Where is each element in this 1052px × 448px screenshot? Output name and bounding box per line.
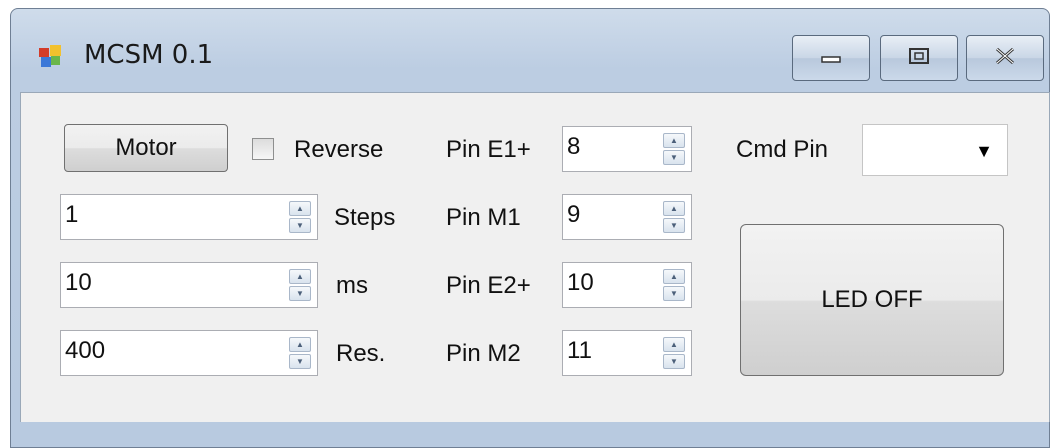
- resolution-input[interactable]: 400 ▲ ▼: [60, 330, 318, 376]
- minimize-button[interactable]: [792, 35, 870, 81]
- pin-m1-down-arrow-icon[interactable]: ▼: [663, 218, 685, 233]
- reverse-label: Reverse: [294, 136, 384, 163]
- resolution-label: Res.: [336, 340, 386, 367]
- motor-button[interactable]: Motor: [64, 124, 228, 172]
- pin-e1-up-arrow-icon[interactable]: ▲: [663, 133, 685, 148]
- resolution-down-arrow-icon[interactable]: ▼: [289, 354, 311, 369]
- pin-e2-label: Pin E2+: [446, 272, 531, 299]
- steps-label: Steps: [334, 204, 396, 231]
- resolution-up-arrow-icon[interactable]: ▲: [289, 337, 311, 352]
- steps-input[interactable]: 1 ▲ ▼: [60, 194, 318, 240]
- pin-e1-label: Pin E1+: [446, 136, 531, 163]
- close-button[interactable]: [966, 35, 1044, 81]
- maximize-icon: [908, 47, 930, 70]
- resolution-value: 400: [65, 337, 106, 364]
- pin-m1-up-arrow-icon[interactable]: ▲: [663, 201, 685, 216]
- delay-up-arrow-icon[interactable]: ▲: [289, 269, 311, 284]
- steps-down-arrow-icon[interactable]: ▼: [289, 218, 311, 233]
- delay-ms-label: ms: [336, 272, 368, 299]
- dropdown-arrow-icon: ▼: [975, 141, 993, 161]
- delay-down-arrow-icon[interactable]: ▼: [289, 286, 311, 301]
- pin-m2-up-arrow-icon[interactable]: ▲: [663, 337, 685, 352]
- delay-ms-value: 10: [65, 269, 92, 296]
- pin-e1-down-arrow-icon[interactable]: ▼: [663, 150, 685, 165]
- pin-e2-up-arrow-icon[interactable]: ▲: [663, 269, 685, 284]
- close-icon: [993, 46, 1017, 71]
- pin-e2-down-arrow-icon[interactable]: ▼: [663, 286, 685, 301]
- pin-m1-input[interactable]: 9 ▲ ▼: [562, 194, 692, 240]
- pin-e2-value: 10: [567, 269, 594, 296]
- delay-ms-input[interactable]: 10 ▲ ▼: [60, 262, 318, 308]
- pin-m2-input[interactable]: 11 ▲ ▼: [562, 330, 692, 376]
- pin-e2-input[interactable]: 10 ▲ ▼: [562, 262, 692, 308]
- pin-e1-value: 8: [567, 133, 581, 160]
- cmd-pin-label: Cmd Pin: [736, 136, 829, 163]
- pin-m1-label: Pin M1: [446, 204, 521, 231]
- pin-m2-label: Pin M2: [446, 340, 521, 367]
- window-title: MCSM 0.1: [84, 40, 214, 70]
- led-toggle-button[interactable]: LED OFF: [740, 224, 1004, 376]
- pin-m2-value: 11: [567, 337, 592, 364]
- minimize-icon: [820, 49, 842, 68]
- pin-m2-down-arrow-icon[interactable]: ▼: [663, 354, 685, 369]
- steps-value: 1: [65, 201, 79, 228]
- reverse-checkbox[interactable]: [252, 138, 274, 160]
- cmd-pin-dropdown[interactable]: ▼: [862, 124, 1008, 176]
- maximize-button[interactable]: [880, 35, 958, 81]
- pin-m1-value: 9: [567, 201, 581, 228]
- pin-e1-input[interactable]: 8 ▲ ▼: [562, 126, 692, 172]
- steps-up-arrow-icon[interactable]: ▲: [289, 201, 311, 216]
- app-window-icon: [38, 44, 62, 68]
